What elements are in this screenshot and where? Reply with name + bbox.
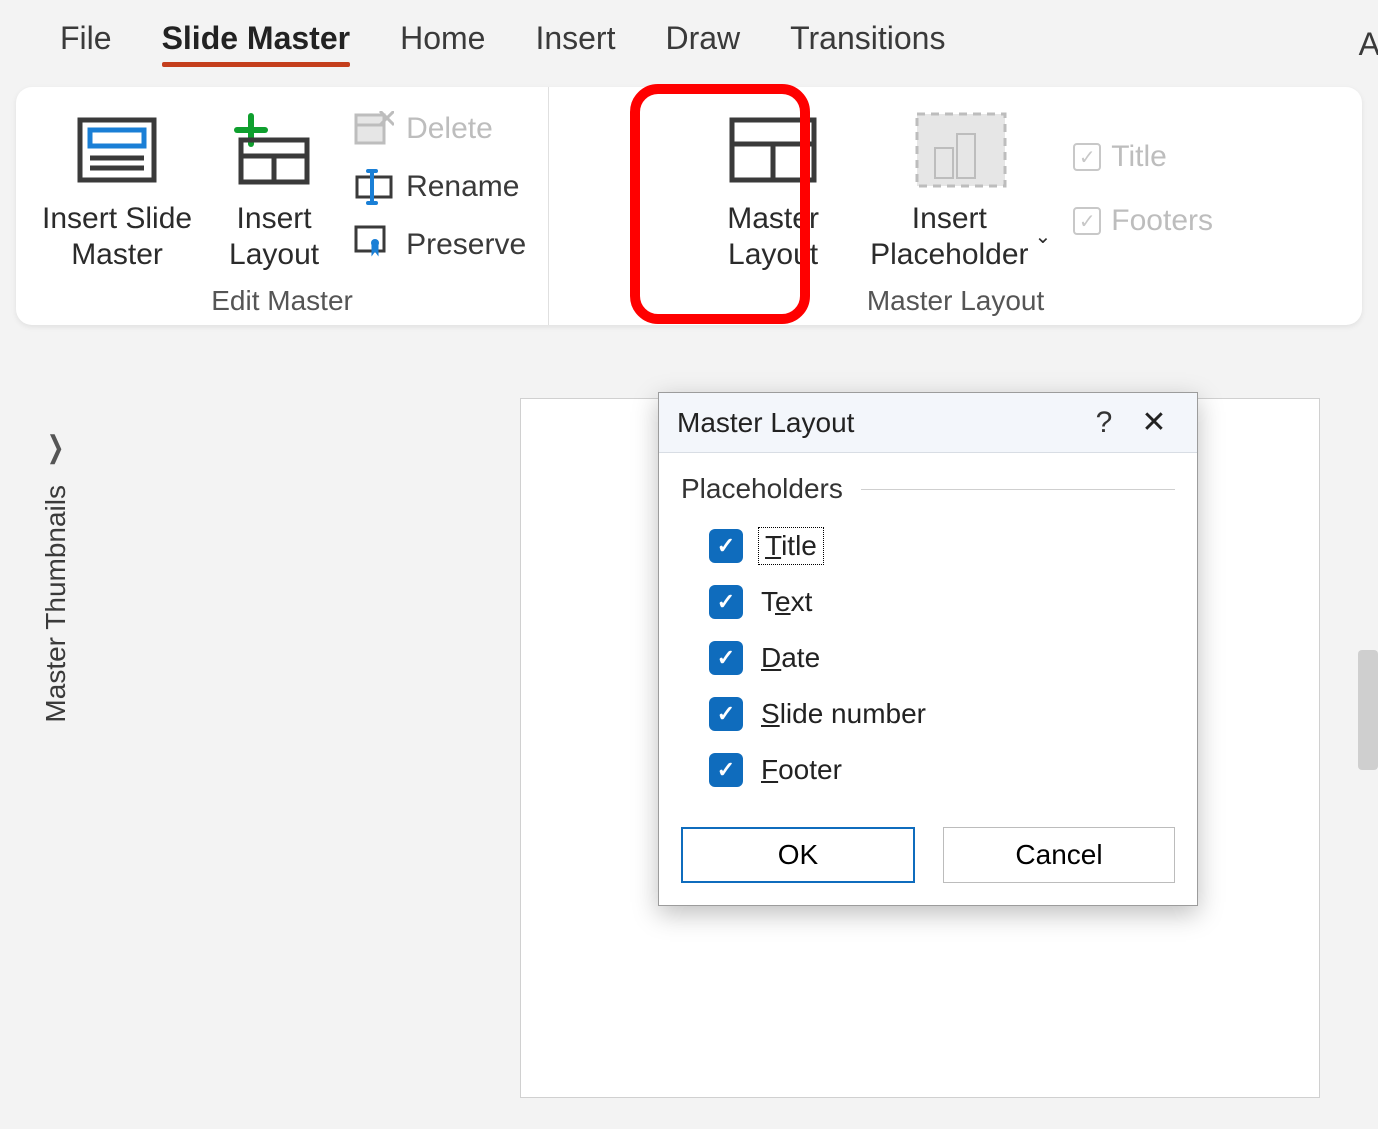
- title-checkbox: Title: [1073, 140, 1213, 174]
- insert-placeholder-icon: [913, 105, 1009, 195]
- tab-file[interactable]: File: [60, 20, 112, 57]
- placeholders-section-label: Placeholders: [681, 473, 853, 505]
- scrollbar-thumb[interactable]: [1358, 650, 1378, 770]
- tab-draw[interactable]: Draw: [665, 20, 740, 57]
- close-button[interactable]: ✕: [1129, 405, 1179, 440]
- insert-slide-master-icon: [72, 105, 162, 195]
- master-layout-icon: [726, 105, 820, 195]
- delete-label: Delete: [406, 112, 493, 146]
- ribbon-tabs: File Slide Master Home Insert Draw Trans…: [0, 0, 1378, 67]
- cropped-tab-letter: A: [1359, 26, 1378, 63]
- preserve-icon: [352, 223, 396, 267]
- thumbnails-sidebar[interactable]: ❯ Master Thumbnails: [24, 430, 88, 723]
- title-checkbox-label: Title: [1111, 140, 1167, 174]
- insert-slide-master-label: Insert Slide Master: [42, 201, 192, 273]
- group-master-layout-label: Master Layout: [867, 285, 1044, 317]
- footers-checkbox-box: [1073, 207, 1101, 235]
- rename-button[interactable]: Rename: [348, 163, 530, 211]
- cancel-button[interactable]: Cancel: [943, 827, 1175, 883]
- insert-layout-icon: [231, 105, 317, 195]
- checkbox-footer[interactable]: Footer: [709, 753, 1175, 787]
- footers-checkbox: Footers: [1073, 204, 1213, 238]
- tab-home[interactable]: Home: [400, 20, 485, 57]
- sidebar-label: Master Thumbnails: [40, 485, 72, 723]
- footers-checkbox-label: Footers: [1111, 204, 1213, 238]
- group-edit-master-label: Edit Master: [211, 285, 353, 317]
- dialog-title: Master Layout: [677, 407, 1079, 439]
- checkbox-footer-box[interactable]: [709, 753, 743, 787]
- delete-button: Delete: [348, 105, 530, 153]
- tab-transitions[interactable]: Transitions: [790, 20, 945, 57]
- ribbon: Insert Slide Master Insert Layout: [16, 87, 1362, 325]
- checkbox-slide-number-box[interactable]: [709, 697, 743, 731]
- insert-placeholder-button: Insert Placeholder ⌄: [862, 99, 1059, 279]
- ok-button[interactable]: OK: [681, 827, 915, 883]
- checkbox-text-box[interactable]: [709, 585, 743, 619]
- checkbox-date[interactable]: Date: [709, 641, 1175, 675]
- checkbox-title-box[interactable]: [709, 529, 743, 563]
- master-layout-button[interactable]: Master Layout: [698, 99, 848, 279]
- group-edit-master: Insert Slide Master Insert Layout: [16, 87, 549, 325]
- insert-layout-button[interactable]: Insert Layout: [214, 99, 334, 279]
- master-layout-dialog: Master Layout ? ✕ Placeholders Title Tex…: [658, 392, 1198, 906]
- preserve-label: Preserve: [406, 228, 526, 262]
- rename-label: Rename: [406, 170, 519, 204]
- insert-placeholder-label: Insert Placeholder: [870, 201, 1028, 273]
- group-master-layout: Master Layout Insert Placeholder ⌄: [549, 87, 1362, 325]
- delete-icon: [352, 107, 396, 151]
- insert-slide-master-button[interactable]: Insert Slide Master: [34, 99, 200, 279]
- checkbox-text[interactable]: Text: [709, 585, 1175, 619]
- tab-slide-master[interactable]: Slide Master: [162, 20, 351, 57]
- chevron-right-icon[interactable]: ❯: [47, 430, 65, 465]
- chevron-down-icon: ⌄: [1035, 225, 1052, 249]
- master-layout-label: Master Layout: [727, 201, 819, 273]
- checkbox-title[interactable]: Title: [709, 529, 1175, 563]
- tab-insert[interactable]: Insert: [535, 20, 615, 57]
- checkbox-date-box[interactable]: [709, 641, 743, 675]
- rename-icon: [352, 165, 396, 209]
- title-checkbox-box: [1073, 143, 1101, 171]
- help-button[interactable]: ?: [1079, 406, 1129, 440]
- insert-layout-label: Insert Layout: [229, 201, 319, 273]
- checkbox-slide-number[interactable]: Slide number: [709, 697, 1175, 731]
- preserve-button[interactable]: Preserve: [348, 221, 530, 269]
- dialog-titlebar[interactable]: Master Layout ? ✕: [659, 393, 1197, 453]
